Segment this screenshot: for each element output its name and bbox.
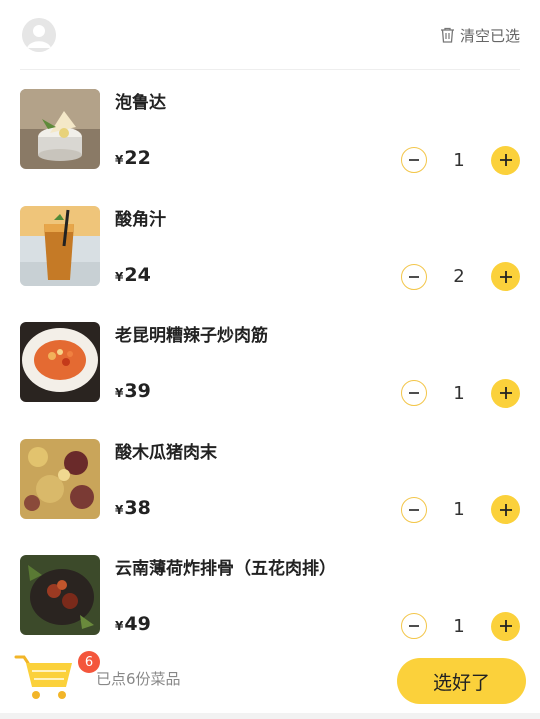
dish-name: 酸角汁 (115, 209, 166, 230)
avatar (22, 18, 56, 52)
cart-footer: 6 已点6份菜品 选好了 (0, 647, 540, 719)
dish-price: ¥ 49 (115, 613, 151, 635)
dish-price: ¥ 24 (115, 264, 151, 286)
dish-name: 泡鲁达 (115, 93, 166, 113)
plus-icon (499, 270, 512, 283)
minus-icon (409, 625, 419, 627)
quantity-value: 1 (453, 615, 465, 637)
quantity-stepper: 1 (401, 145, 520, 175)
cart-button[interactable]: 6 (14, 651, 100, 701)
decrease-button[interactable] (401, 496, 427, 523)
dish-name: 老昆明糟辣子炒肉筋 (115, 326, 268, 346)
cart-item: 酸木瓜猪肉末 ¥ 38 1 (0, 420, 540, 537)
decrease-button[interactable] (401, 613, 427, 639)
cart-item: 泡鲁达 ¥ 22 1 (0, 70, 540, 187)
currency-symbol: ¥ (115, 502, 124, 517)
user-icon (22, 18, 56, 52)
price-amount: 24 (124, 263, 151, 286)
decrease-button[interactable] (401, 263, 427, 290)
increase-button[interactable] (491, 611, 520, 641)
dish-image (20, 555, 100, 635)
increase-button[interactable] (491, 495, 520, 524)
dish-name: 酸木瓜猪肉末 (115, 442, 217, 463)
minus-icon (409, 159, 419, 161)
quantity-value: 1 (453, 499, 465, 520)
currency-symbol: ¥ (115, 386, 124, 400)
plus-icon (499, 387, 512, 399)
dish-price: ¥ 22 (115, 147, 151, 169)
quantity-value: 1 (453, 149, 465, 171)
currency-symbol: ¥ (115, 619, 124, 633)
order-summary-text: 已点6份菜品 (96, 670, 181, 688)
quantity-value: 1 (453, 382, 465, 404)
plus-icon (499, 503, 512, 516)
price-amount: 49 (124, 613, 151, 635)
cart-header: 清空已选 (20, 0, 520, 70)
dish-price: ¥ 39 (115, 380, 151, 402)
confirm-selection-button[interactable]: 选好了 (397, 658, 526, 704)
clear-selected-button[interactable]: 清空已选 (440, 22, 520, 48)
decrease-button[interactable] (401, 380, 427, 406)
dish-price: ¥ 38 (115, 497, 151, 519)
increase-button[interactable] (491, 262, 520, 291)
quantity-value: 2 (453, 266, 465, 287)
increase-button[interactable] (491, 378, 520, 408)
plus-icon (499, 620, 512, 632)
cart-item: 云南薄荷炸排骨（五花肉排） ¥ 49 1 (0, 536, 540, 653)
dish-image (20, 205, 100, 286)
price-amount: 22 (124, 147, 151, 169)
dish-image (20, 89, 100, 169)
dish-name: 云南薄荷炸排骨（五花肉排） (115, 559, 336, 579)
bottom-strip (0, 713, 540, 719)
currency-symbol: ¥ (115, 153, 124, 167)
minus-icon (409, 275, 419, 278)
price-amount: 39 (124, 380, 151, 402)
cart-panel: 清空已选 泡鲁达 ¥ 22 1 酸角汁 ¥ 24 2 老昆明糟辣子炒肉筋 ¥ 3… (0, 0, 540, 719)
quantity-stepper: 1 (401, 495, 520, 525)
shopping-cart-icon (14, 655, 72, 699)
price-amount: 38 (124, 496, 151, 519)
clear-selected-label: 清空已选 (459, 26, 520, 45)
quantity-stepper: 1 (401, 611, 520, 641)
minus-icon (409, 392, 419, 394)
minus-icon (409, 508, 419, 511)
dish-image (20, 438, 100, 519)
quantity-stepper: 2 (401, 262, 520, 292)
cart-item: 老昆明糟辣子炒肉筋 ¥ 39 1 (0, 303, 540, 420)
dish-image (20, 322, 100, 402)
quantity-stepper: 1 (401, 378, 520, 408)
currency-symbol: ¥ (115, 269, 124, 284)
decrease-button[interactable] (401, 147, 427, 173)
cart-item: 酸角汁 ¥ 24 2 (0, 187, 540, 304)
trash-icon (440, 27, 454, 43)
cart-item-list: 泡鲁达 ¥ 22 1 酸角汁 ¥ 24 2 老昆明糟辣子炒肉筋 ¥ 39 1 酸… (0, 70, 540, 653)
plus-icon (499, 154, 512, 166)
increase-button[interactable] (491, 145, 520, 175)
